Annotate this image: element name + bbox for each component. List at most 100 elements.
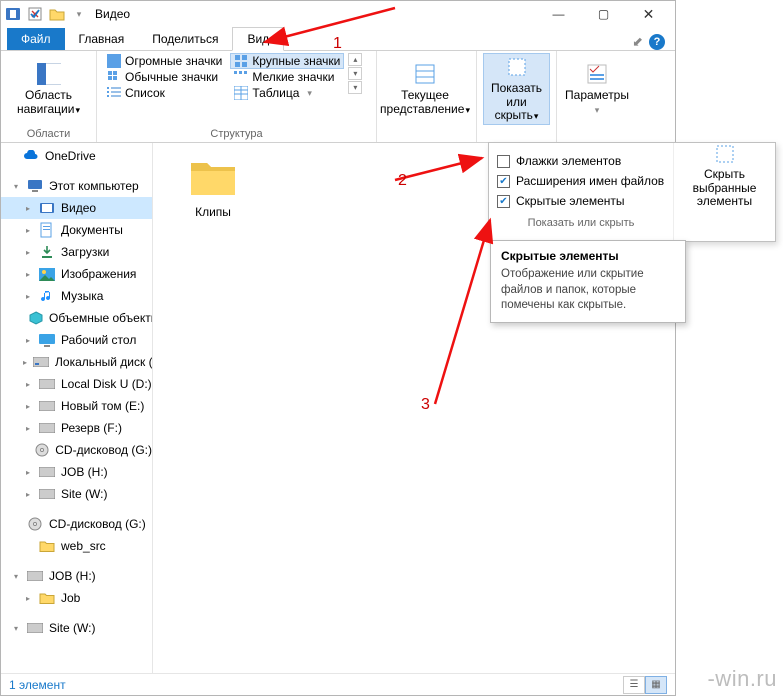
video-folder-icon xyxy=(39,200,55,216)
drive-icon xyxy=(39,486,55,502)
folder-clips[interactable]: Клипы xyxy=(173,153,253,219)
tab-view[interactable]: Вид xyxy=(232,27,284,51)
hide-selected-label: Скрыть выбранные элементы xyxy=(674,168,775,209)
window-title: Видео xyxy=(95,7,130,21)
navigation-pane-icon xyxy=(37,62,61,86)
qat-dropdown-icon[interactable]: ▾ xyxy=(69,4,89,24)
layout-scroll[interactable]: ▴▾▾ xyxy=(348,53,362,94)
view-small[interactable]: Мелкие значки xyxy=(230,69,344,85)
nav-cd-g[interactable]: CD-дисковод (G:) xyxy=(1,439,152,461)
view-extra-large[interactable]: Огромные значки xyxy=(103,53,226,69)
status-count: 1 элемент xyxy=(9,678,66,692)
nav-site-w[interactable]: ▸Site (W:) xyxy=(1,483,152,505)
tab-file[interactable]: Файл xyxy=(7,28,65,50)
nav-local-c[interactable]: ▸Локальный диск (C:) xyxy=(1,351,152,373)
desktop-icon xyxy=(39,332,55,348)
qat-folder-icon[interactable] xyxy=(47,4,67,24)
nav-websrc[interactable]: web_src xyxy=(1,535,152,557)
cloud-icon xyxy=(23,148,39,164)
nav-this-pc[interactable]: ▾Этот компьютер xyxy=(1,175,152,197)
folder-icon xyxy=(187,153,239,201)
music-icon xyxy=(39,288,55,304)
view-table[interactable]: Таблица▾ xyxy=(230,85,344,101)
nav-music[interactable]: ▸Музыка xyxy=(1,285,152,307)
view-large[interactable]: Крупные значки xyxy=(230,53,344,69)
navigation-pane-label: Область навигации xyxy=(17,88,74,116)
minimize-button[interactable]: — xyxy=(536,1,581,27)
nav-onedrive[interactable]: OneDrive xyxy=(1,145,152,167)
folder-clips-label: Клипы xyxy=(195,205,231,219)
qat-properties-icon[interactable] xyxy=(25,4,45,24)
nav-local-d[interactable]: ▸Local Disk U (D:) xyxy=(1,373,152,395)
nav-3dobjects[interactable]: Объемные объекты xyxy=(1,307,152,329)
show-hide-dropdown: Флажки элементов Расширения имен файлов … xyxy=(488,142,776,242)
check-hidden-items[interactable]: Скрытые элементы xyxy=(495,191,667,211)
current-view-label: Текущее представление xyxy=(380,88,464,116)
quick-access-toolbar: ▾ xyxy=(25,4,89,24)
drive-icon xyxy=(39,420,55,436)
nav-downloads[interactable]: ▸Загрузки xyxy=(1,241,152,263)
nav-documents[interactable]: ▸Документы xyxy=(1,219,152,241)
nav-job-child[interactable]: ▸Job xyxy=(1,587,152,609)
status-view-details[interactable]: ☰ xyxy=(623,676,645,694)
pictures-icon xyxy=(39,266,55,282)
navigation-pane-button[interactable]: Область навигации xyxy=(7,53,90,125)
statusbar: 1 элемент ☰ ▦ xyxy=(1,673,675,695)
current-view-icon xyxy=(413,62,437,86)
nav-local-e[interactable]: ▸Новый том (E:) xyxy=(1,395,152,417)
ribbon-group-layout-label: Структура xyxy=(103,126,370,142)
titlebar: ▾ Видео — ▢ ✕ xyxy=(1,1,675,27)
check-item-flags[interactable]: Флажки элементов xyxy=(495,151,667,171)
hidden-items-tooltip: Скрытые элементы Отображение или скрытие… xyxy=(490,240,686,323)
large-icons-icon xyxy=(234,54,248,68)
maximize-button[interactable]: ▢ xyxy=(581,1,626,27)
tab-home[interactable]: Главная xyxy=(65,28,139,50)
help-icon[interactable]: ? xyxy=(649,34,665,50)
medium-icons-icon xyxy=(107,70,121,84)
hide-selected-button[interactable]: Скрыть выбранные элементы xyxy=(674,147,775,205)
checkbox-checked-icon xyxy=(497,175,510,188)
downloads-icon xyxy=(39,244,55,260)
nav-job-h-2[interactable]: ▾JOB (H:) xyxy=(1,565,152,587)
details-icon xyxy=(234,86,248,100)
navigation-pane[interactable]: OneDrive ▾Этот компьютер ▸Видео ▸Докумен… xyxy=(1,143,153,673)
nav-job-h[interactable]: ▸JOB (H:) xyxy=(1,461,152,483)
drive-icon xyxy=(27,620,43,636)
nav-pictures[interactable]: ▸Изображения xyxy=(1,263,152,285)
nav-desktop[interactable]: ▸Рабочий стол xyxy=(1,329,152,351)
drive-icon xyxy=(39,464,55,480)
ribbon-tabs: Файл Главная Поделиться Вид ⬋ ? xyxy=(1,27,675,51)
status-view-icons[interactable]: ▦ xyxy=(645,676,667,694)
tab-share[interactable]: Поделиться xyxy=(138,28,232,50)
pin-icon[interactable]: ⬋ xyxy=(632,34,643,50)
cube-icon xyxy=(29,310,43,326)
popup-caption: Показать или скрыть xyxy=(495,211,667,233)
ribbon-group-panes-label: Области xyxy=(7,126,90,142)
cd-icon xyxy=(35,442,49,458)
current-view-button[interactable]: Текущее представление xyxy=(383,53,467,125)
show-hide-icon xyxy=(505,55,529,79)
hide-selected-icon xyxy=(713,143,737,165)
nav-cd-g-2[interactable]: CD-дисковод (G:) xyxy=(1,513,152,535)
drive-icon xyxy=(27,568,43,584)
drive-icon xyxy=(33,354,49,370)
view-list[interactable]: Список xyxy=(103,85,226,101)
drive-icon xyxy=(39,398,55,414)
layout-views-list: Огромные значки Крупные значки Обычные з… xyxy=(103,53,344,101)
nav-site-w-2[interactable]: ▾Site (W:) xyxy=(1,617,152,639)
app-icon xyxy=(5,6,21,22)
ribbon: Область навигации Области Огромные значк… xyxy=(1,51,675,143)
options-button[interactable]: Параметры▾ xyxy=(563,53,631,125)
view-medium[interactable]: Обычные значки xyxy=(103,69,226,85)
close-button[interactable]: ✕ xyxy=(626,1,671,27)
tooltip-title: Скрытые элементы xyxy=(501,249,675,263)
show-hide-button[interactable]: Показать или скрыть xyxy=(483,53,550,125)
folder-icon xyxy=(39,538,55,554)
folder-icon xyxy=(39,590,55,606)
watermark: -win.ru xyxy=(707,666,777,692)
nav-local-f[interactable]: ▸Резерв (F:) xyxy=(1,417,152,439)
options-label: Параметры xyxy=(565,88,629,102)
pc-icon xyxy=(27,178,43,194)
nav-videos[interactable]: ▸Видео xyxy=(1,197,152,219)
check-file-extensions[interactable]: Расширения имен файлов xyxy=(495,171,667,191)
